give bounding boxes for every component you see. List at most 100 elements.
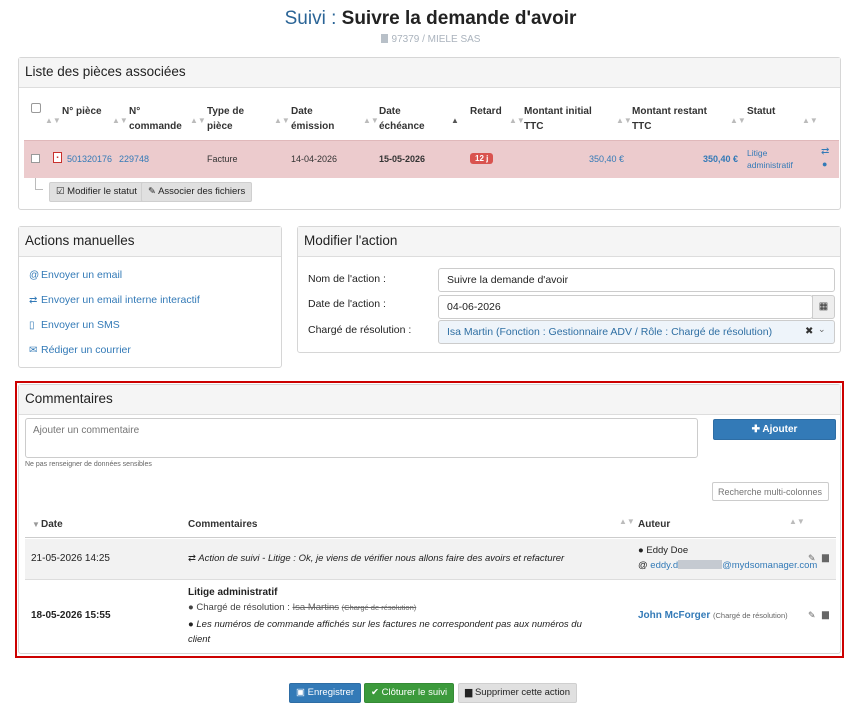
at-icon: @ (29, 270, 40, 281)
chevron-down-icon[interactable]: ⌄ (818, 324, 826, 335)
col-num-piece[interactable]: N° pièce (62, 104, 102, 119)
action-email-interne[interactable]: ⇄ Envoyer un email interne interactif (29, 294, 200, 306)
comment-hint: Ne pas renseigner de données sensibles (25, 461, 152, 468)
client-ref: 97379 / MIELE SAS (391, 34, 481, 45)
plus-icon: ✚ (751, 424, 760, 435)
sort-icon[interactable]: ▲▼ (802, 116, 818, 125)
cloturer-button[interactable]: ✔ Clôturer le suivi (364, 683, 455, 703)
action-email[interactable]: @ Envoyer un email (29, 269, 122, 281)
pieces-panel: Liste des pièces associées N° pièce N° co… (18, 57, 841, 210)
trash-icon[interactable]: ▆ (822, 552, 829, 563)
action-courrier[interactable]: ✉ Rédiger un courrier (29, 344, 131, 356)
check-icon: ✔ (371, 687, 379, 698)
nom-action-label: Nom de l'action : (308, 273, 386, 285)
user-icon: ● (188, 602, 194, 613)
montant-restant: 350,40 € (703, 154, 739, 164)
type-piece: Facture (207, 154, 238, 164)
edit-icon[interactable]: ✎ (808, 610, 816, 621)
modifier-action-title: Modifier l'action (298, 227, 840, 257)
col-statut[interactable]: Statut (747, 104, 775, 119)
num-piece-link[interactable]: 501320176 (67, 154, 112, 164)
exchange-icon[interactable]: ⇄ (821, 146, 829, 157)
mobile-icon: ▯ (29, 320, 35, 331)
col-type-piece[interactable]: Type de pièce (207, 104, 244, 134)
trash-icon[interactable]: ▆ (822, 609, 829, 620)
comment-text: ⇄ Action de suivi - Litige : Ok, je vien… (188, 553, 565, 564)
sort-icon[interactable]: ▲▼ (363, 116, 379, 125)
charge-resolution-label: Chargé de résolution : (308, 324, 412, 336)
montant-initial: 350,40 € (589, 154, 625, 164)
edit-icon: ☑ (56, 186, 65, 197)
edit-icon[interactable]: ✎ (808, 553, 816, 564)
charge-resolution-select[interactable]: Isa Martin (Fonction : Gestionnaire ADV … (438, 320, 835, 344)
sort-icon[interactable]: ▲▼ (789, 517, 805, 526)
paperclip-icon: ✎ (148, 186, 156, 197)
commentaires-title: Commentaires (19, 385, 840, 415)
sort-icon[interactable]: ▲▼ (509, 116, 525, 125)
calendar-button[interactable]: ▦ (812, 295, 835, 319)
sort-icon[interactable]: ▲▼ (190, 116, 206, 125)
comment-author: ● Eddy Doe (638, 545, 689, 556)
supprimer-button[interactable]: ▆ Supprimer cette action (458, 683, 577, 703)
comment-author-email[interactable]: @ eddy.d @mydsomanager.com (638, 560, 817, 571)
modifier-statut-button[interactable]: ☑ Modifier le statut (49, 182, 144, 202)
sort-icon[interactable]: ▲▼ (619, 517, 635, 526)
comment-textarea[interactable] (25, 418, 698, 458)
col-auteur[interactable]: Auteur (638, 517, 670, 532)
statut-link[interactable]: Litige administratif (747, 147, 793, 171)
sort-icon[interactable]: ▲▼ (45, 116, 61, 125)
comment-author: John McForger (Chargé de résolution) (638, 610, 788, 621)
calendar-icon: ▦ (818, 301, 829, 312)
pieces-panel-title: Liste des pièces associées (19, 58, 840, 88)
date-action-label: Date de l'action : (308, 298, 386, 310)
col-montant-initial[interactable]: Montant initial TTC (524, 104, 592, 134)
nom-action-input[interactable]: Suivre la demande d'avoir (438, 268, 835, 292)
comment-icon: ● (188, 619, 194, 630)
date-emission: 14-04-2026 (291, 154, 338, 164)
sort-icon[interactable]: ▲▼ (730, 116, 746, 125)
building-icon (380, 34, 388, 43)
pdf-icon[interactable]: ▪ (53, 152, 62, 163)
page-title-prefix: Suivi : (284, 8, 337, 29)
comment-heading: Litige administratif (188, 587, 278, 598)
save-icon: ▣ (296, 687, 305, 698)
page-title: Suivi : Suivre la demande d'avoir (0, 8, 861, 30)
comment-date: 18-05-2026 15:55 (31, 610, 111, 621)
envelope-icon: ✉ (29, 345, 38, 356)
sort-desc-icon[interactable]: ▼ (32, 520, 40, 529)
col-date[interactable]: Date (41, 517, 63, 532)
sort-icon[interactable]: ▲▼ (112, 116, 128, 125)
sort-icon[interactable]: ▲▼ (616, 116, 632, 125)
associer-fichiers-button[interactable]: ✎ Associer des fichiers (141, 182, 253, 202)
date-action-input[interactable]: 04-06-2026 (438, 295, 813, 319)
trash-icon: ▆ (465, 687, 473, 698)
clear-icon[interactable]: ✖ (805, 326, 813, 337)
search-input[interactable] (712, 482, 829, 501)
row-checkbox[interactable] (31, 154, 40, 163)
sort-asc-icon[interactable]: ▲ (451, 116, 459, 125)
select-all-checkbox[interactable] (31, 103, 41, 113)
col-retard[interactable]: Retard (470, 104, 502, 119)
sort-icon[interactable]: ▲▼ (274, 116, 290, 125)
user-icon: ● (638, 545, 644, 556)
action-sms[interactable]: ▯ Envoyer un SMS (29, 319, 120, 331)
col-commentaires[interactable]: Commentaires (188, 517, 257, 532)
commentaires-panel: Commentaires Ne pas renseigner de donnée… (18, 384, 841, 654)
redacted-block (678, 560, 723, 569)
comment-charge: ● Chargé de résolution : Isa Martins (Ch… (188, 602, 417, 613)
col-date-emission[interactable]: Date émission (291, 104, 334, 134)
col-date-echeance[interactable]: Date échéance (379, 104, 425, 134)
user-icon[interactable]: ● (822, 159, 827, 169)
col-montant-restant[interactable]: Montant restant TTC (632, 104, 707, 134)
col-num-commande[interactable]: N° commande (129, 104, 182, 134)
comments-table-header (25, 510, 836, 538)
enregistrer-button[interactable]: ▣ Enregistrer (289, 683, 362, 703)
page-subtitle: 97379 / MIELE SAS (0, 34, 861, 45)
actions-panel: Actions manuelles @ Envoyer un email ⇄ Env… (18, 226, 282, 368)
exchange-icon: ⇄ (188, 553, 196, 564)
comment-date: 21-05-2026 14:25 (31, 553, 110, 564)
retard-badge: 12 j (470, 153, 494, 164)
ajouter-button[interactable]: ✚ Ajouter (713, 419, 836, 440)
tree-connector (35, 189, 43, 190)
num-commande-link[interactable]: 229748 (119, 154, 149, 164)
